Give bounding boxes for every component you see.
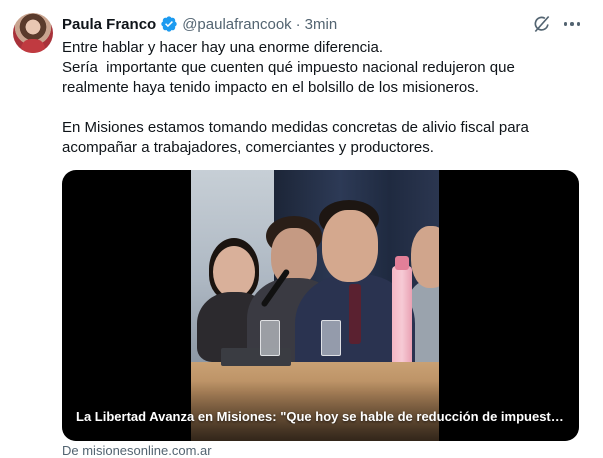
video-caption[interactable]: La Libertad Avanza en Misiones: "Que hoy… [76,409,566,424]
tweet-text-line: Entre hablar y hacer hay una enorme dife… [62,39,384,56]
tweet-time[interactable]: 3min [305,16,338,33]
grok-icon[interactable] [532,14,552,34]
tweet-text-line: acompañar a trabajadores, comerciantes y… [62,139,434,156]
separator-dot: · [295,15,301,33]
more-icon[interactable] [561,14,583,34]
verified-badge-icon [161,16,177,32]
tweet-text-line: En Misiones estamos tomando medidas conc… [62,119,529,136]
avatar[interactable] [13,13,53,53]
video-card[interactable]: La Libertad Avanza en Misiones: "Que hoy… [62,170,579,441]
tweet-text: Entre hablar y hacer hay una enorme dife… [62,38,582,158]
tweet-header: Paula Franco @paulafrancook · 3min [62,13,337,35]
tweet-text-line: Sería importante que cuenten qué impuest… [62,59,515,76]
author-handle[interactable]: @paulafrancook [182,16,291,33]
author-name[interactable]: Paula Franco [62,16,156,33]
tweet-text-line: realmente haya tenido impacto en el bols… [62,79,479,96]
tweet[interactable]: Paula Franco @paulafrancook · 3min Entre… [0,0,603,458]
